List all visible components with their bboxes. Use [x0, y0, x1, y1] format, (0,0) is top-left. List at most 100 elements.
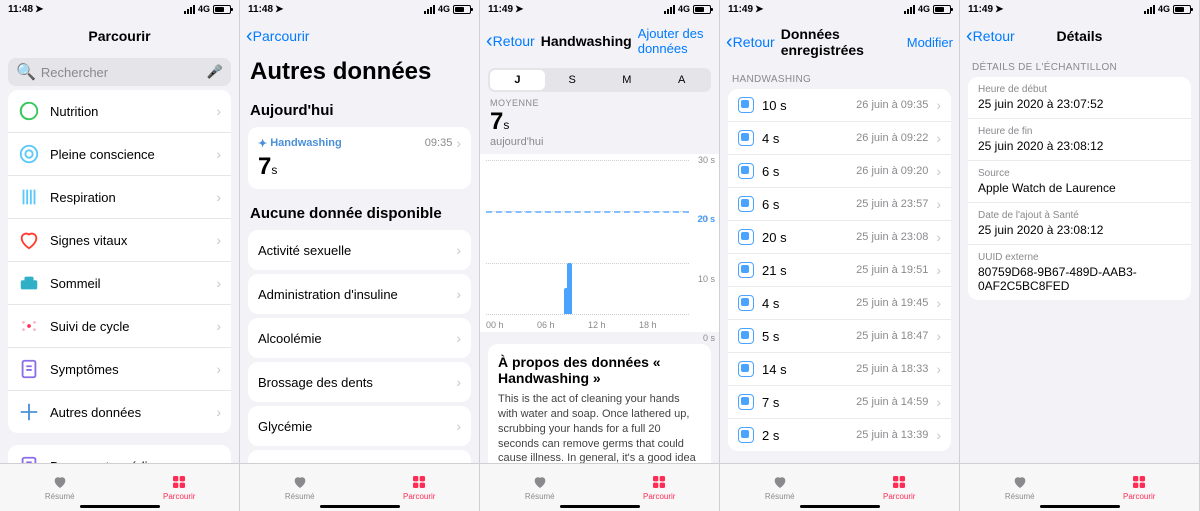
mic-icon: 🎤	[207, 64, 223, 80]
reference-label: 20 s	[697, 214, 715, 224]
chevron-left-icon: ‹	[726, 32, 733, 52]
tab-parcourir[interactable]: Parcourir	[120, 464, 240, 511]
detail-row-4: UUID externe 80759D68-9B67-489D-AAB3-0AF…	[968, 245, 1191, 300]
segment-J[interactable]: J	[490, 70, 545, 90]
chevron-right-icon: ›	[936, 196, 941, 212]
record-row-1[interactable]: 4 s 26 juin à 09:22 ›	[728, 122, 951, 155]
record-value: 7 s	[762, 395, 848, 410]
detail-value: 25 juin 2020 à 23:08:12	[978, 139, 1181, 153]
time-range-segments: JSMA	[488, 68, 711, 92]
record-row-3[interactable]: 6 s 25 juin à 23:57 ›	[728, 188, 951, 221]
record-value: 21 s	[762, 263, 848, 278]
segment-S[interactable]: S	[545, 70, 600, 90]
x-tick: 18 h	[639, 320, 657, 330]
record-row-4[interactable]: 20 s 25 juin à 23:08 ›	[728, 221, 951, 254]
back-button[interactable]: ‹Retour	[486, 31, 535, 51]
tab-resume[interactable]: Résumé	[960, 464, 1080, 511]
segment-M[interactable]: M	[600, 70, 655, 90]
tab-parcourir[interactable]: Parcourir	[1080, 464, 1200, 511]
home-indicator[interactable]	[80, 505, 160, 508]
tab-bar: Résumé Parcourir	[960, 463, 1199, 511]
battery-icon	[213, 5, 231, 14]
detail-row-2: Source Apple Watch de Laurence	[968, 161, 1191, 203]
chevron-right-icon: ›	[456, 286, 461, 302]
data-row-1[interactable]: Administration d'insuline›	[248, 274, 471, 314]
docs-icon	[18, 455, 40, 463]
browse-row-7[interactable]: Autres données ›	[8, 391, 231, 433]
browse-row-2[interactable]: Respiration ›	[8, 176, 231, 219]
record-row-2[interactable]: 6 s 26 juin à 09:20 ›	[728, 155, 951, 188]
battery-icon	[1173, 5, 1191, 14]
watch-icon	[738, 196, 754, 212]
browse-row-5[interactable]: Suivi de cycle ›	[8, 305, 231, 348]
detail-value: 80759D68-9B67-489D-AAB3-0AF2C5BC8FED	[978, 265, 1181, 293]
tab-parcourir[interactable]: Parcourir	[360, 464, 480, 511]
edit-button[interactable]: Modifier	[907, 35, 953, 50]
browse-row-6[interactable]: Symptômes ›	[8, 348, 231, 391]
record-row-10[interactable]: 2 s 25 juin à 13:39 ›	[728, 419, 951, 451]
signal-icon	[1144, 5, 1155, 14]
battery-icon	[453, 5, 471, 14]
chevron-right-icon: ›	[456, 418, 461, 434]
home-indicator[interactable]	[560, 505, 640, 508]
segment-A[interactable]: A	[654, 70, 709, 90]
add-data-button[interactable]: Ajouter des données	[638, 26, 713, 56]
back-button[interactable]: ‹Retour	[966, 26, 1015, 46]
data-row-3[interactable]: Brossage des dents›	[248, 362, 471, 402]
record-value: 2 s	[762, 428, 848, 443]
data-row-2[interactable]: Alcoolémie›	[248, 318, 471, 358]
record-row-7[interactable]: 5 s 25 juin à 18:47 ›	[728, 320, 951, 353]
chevron-right-icon: ›	[936, 229, 941, 245]
data-row-5[interactable]: Indice UV›	[248, 450, 471, 463]
chevron-right-icon: ›	[216, 318, 221, 334]
section-header: DÉTAILS DE L'ÉCHANTILLON	[960, 54, 1199, 77]
browse-row-1[interactable]: Pleine conscience ›	[8, 133, 231, 176]
chevron-right-icon: ›	[936, 262, 941, 278]
tab-resume[interactable]: Résumé	[0, 464, 120, 511]
browse-row-3[interactable]: Signes vitaux ›	[8, 219, 231, 262]
tab-bar: Résumé Parcourir	[720, 463, 959, 511]
signal-icon	[424, 5, 435, 14]
x-tick: 00 h	[486, 320, 504, 330]
record-row-0[interactable]: 10 s 26 juin à 09:35 ›	[728, 89, 951, 122]
browse-row-0[interactable]: Nutrition ›	[8, 90, 231, 133]
watch-icon	[738, 163, 754, 179]
back-button[interactable]: ‹Retour	[726, 32, 775, 52]
tab-parcourir[interactable]: Parcourir	[600, 464, 720, 511]
browse-row-4[interactable]: Sommeil ›	[8, 262, 231, 305]
record-value: 5 s	[762, 329, 848, 344]
tab-resume[interactable]: Résumé	[480, 464, 600, 511]
watch-icon	[738, 328, 754, 344]
tab-resume[interactable]: Résumé	[240, 464, 360, 511]
handwashing-card[interactable]: ✦Handwashing 09:35› 7s	[248, 127, 471, 189]
home-indicator[interactable]	[800, 505, 880, 508]
tab-parcourir[interactable]: Parcourir	[840, 464, 960, 511]
record-row-8[interactable]: 14 s 25 juin à 18:33 ›	[728, 353, 951, 386]
watch-icon	[738, 130, 754, 146]
tab-resume[interactable]: Résumé	[720, 464, 840, 511]
signal-icon	[664, 5, 675, 14]
chevron-right-icon: ›	[936, 295, 941, 311]
y-tick: 0 s	[703, 333, 715, 343]
page-title: Handwashing	[541, 33, 632, 49]
data-row-0[interactable]: Activité sexuelle›	[248, 230, 471, 270]
home-indicator[interactable]	[1040, 505, 1120, 508]
watch-icon	[738, 229, 754, 245]
tab-bar: Résumé Parcourir	[0, 463, 239, 511]
home-indicator[interactable]	[320, 505, 400, 508]
about-card: À propos des données « Handwashing » Thi…	[488, 344, 711, 463]
signal-icon	[184, 5, 195, 14]
back-button[interactable]: ‹Parcourir	[246, 26, 309, 46]
battery-icon	[933, 5, 951, 14]
search-input[interactable]: 🔍 Rechercher 🎤	[8, 58, 231, 86]
status-bar: 11:49➤ 4G	[960, 0, 1199, 18]
data-row-4[interactable]: Glycémie›	[248, 406, 471, 446]
chevron-right-icon: ›	[216, 103, 221, 119]
chevron-right-icon: ›	[936, 163, 941, 179]
record-value: 4 s	[762, 131, 848, 146]
browse-row-docs[interactable]: Documents médicaux ›	[8, 445, 231, 463]
record-row-6[interactable]: 4 s 25 juin à 19:45 ›	[728, 287, 951, 320]
record-row-5[interactable]: 21 s 25 juin à 19:51 ›	[728, 254, 951, 287]
chevron-left-icon: ‹	[966, 26, 973, 46]
record-row-9[interactable]: 7 s 25 juin à 14:59 ›	[728, 386, 951, 419]
